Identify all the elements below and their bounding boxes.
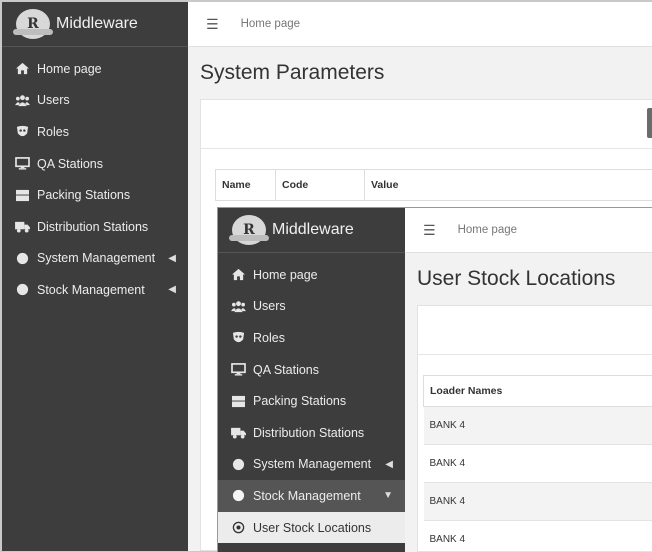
brand-name: Middleware bbox=[272, 221, 354, 239]
sidebar-item-distribution-stations[interactable]: Distribution Stations bbox=[2, 211, 188, 243]
box-icon bbox=[14, 188, 30, 202]
monitor-icon bbox=[14, 157, 30, 171]
sidebar-item-packing-stations[interactable]: Packing Stations bbox=[2, 179, 188, 211]
page-title: System Parameters bbox=[188, 47, 652, 95]
sidebar-item-label: Stock Management bbox=[253, 489, 361, 503]
sidebar-item-system-management[interactable]: System Management ◀ bbox=[2, 243, 188, 275]
sidebar-item-distribution-stations[interactable]: Distribution Stations bbox=[218, 417, 405, 449]
search-button[interactable] bbox=[647, 108, 652, 138]
sidebar-item-home[interactable]: Home page bbox=[2, 53, 188, 85]
table-row[interactable]: BANK 4 bbox=[424, 521, 652, 552]
circle-icon bbox=[14, 283, 30, 297]
truck-icon bbox=[230, 426, 246, 440]
sidebar-item-label: QA Stations bbox=[37, 157, 103, 171]
sidebar-item-label: Users bbox=[37, 93, 70, 107]
sidebar-item-qa-stations[interactable]: QA Stations bbox=[2, 148, 188, 180]
sidebar-item-label: Roles bbox=[37, 125, 69, 139]
sidebar-item-stock-management[interactable]: Stock Management ▼ bbox=[218, 480, 405, 512]
sidebar-item-roles[interactable]: Roles bbox=[2, 116, 188, 148]
sidebar-item-packing-stations[interactable]: Packing Stations bbox=[218, 385, 405, 417]
sidebar-item-stock-management[interactable]: Stock Management ◀ bbox=[2, 274, 188, 306]
sidebar-item-label: Users bbox=[253, 299, 286, 313]
circle-icon bbox=[14, 251, 30, 265]
sidebar-item-label: Packing Stations bbox=[253, 394, 346, 408]
chevron-down-icon: ▼ bbox=[383, 490, 393, 501]
table-header-row: Loader Names bbox=[424, 376, 652, 407]
sidebar-item-system-management[interactable]: System Management ◀ bbox=[218, 449, 405, 481]
card-toolbar bbox=[418, 306, 652, 355]
circle-icon bbox=[230, 457, 246, 471]
sidebar-item-label: Packing Stations bbox=[37, 188, 130, 202]
hamburger-menu-icon[interactable]: ☰ bbox=[423, 222, 436, 239]
sidebar-item-roles[interactable]: Roles bbox=[218, 322, 405, 354]
sidebar-item-users[interactable]: Users bbox=[218, 291, 405, 323]
user-stock-locations-window: R Middleware Home page Users Roles QA St… bbox=[217, 207, 652, 552]
sidebar-item-label: Distribution Stations bbox=[253, 426, 364, 440]
chevron-left-icon: ◀ bbox=[168, 253, 176, 264]
sidebar-item-users[interactable]: Users bbox=[2, 85, 188, 117]
logo: R bbox=[16, 9, 50, 39]
sidebar-subitem-user-stock-locations[interactable]: User Stock Locations bbox=[218, 512, 405, 544]
sidebar-item-label: User Stock Locations bbox=[253, 521, 371, 535]
topbar: ☰ Home page bbox=[405, 208, 652, 253]
box-icon bbox=[230, 394, 246, 408]
sidebar-item-label: Distribution Stations bbox=[37, 220, 148, 234]
home-icon bbox=[14, 62, 30, 76]
brand[interactable]: R Middleware bbox=[2, 2, 188, 47]
monitor-icon bbox=[230, 363, 246, 377]
topbar: ☰ Home page bbox=[188, 2, 652, 47]
table-cell: BANK 4 bbox=[424, 483, 652, 521]
table-row[interactable]: BANK 4 bbox=[424, 445, 652, 483]
table-cell: BANK 4 bbox=[424, 445, 652, 483]
sidebar-item-label: System Management bbox=[37, 251, 155, 265]
main-content: User Stock Locations Loader Names BANK 4… bbox=[405, 253, 652, 552]
sidebar-item-qa-stations[interactable]: QA Stations bbox=[218, 354, 405, 386]
sidebar-item-label: System Management bbox=[253, 457, 371, 471]
page-title: User Stock Locations bbox=[405, 253, 652, 301]
mask-icon bbox=[14, 125, 30, 139]
truck-icon bbox=[14, 220, 30, 234]
table-row[interactable]: BANK 4 bbox=[424, 407, 652, 445]
hamburger-menu-icon[interactable]: ☰ bbox=[206, 16, 219, 33]
users-icon bbox=[14, 93, 30, 107]
breadcrumb[interactable]: Home page bbox=[458, 224, 517, 236]
sidebar-nav: Home page Users Roles QA Stations Packin… bbox=[2, 47, 188, 306]
table-cell: BANK 4 bbox=[424, 521, 652, 552]
target-icon bbox=[230, 521, 246, 535]
mask-icon bbox=[230, 331, 246, 345]
card-toolbar bbox=[201, 100, 652, 149]
chevron-left-icon: ◀ bbox=[168, 284, 176, 295]
brand-name: Middleware bbox=[56, 15, 138, 33]
sidebar: R Middleware Home page Users Roles QA St… bbox=[2, 2, 188, 551]
stock-locations-table: Loader Names BANK 4 BANK 4 BANK 4 BANK 4 bbox=[423, 375, 652, 552]
column-header[interactable]: Code bbox=[276, 170, 365, 201]
table-cell: BANK 4 bbox=[424, 407, 652, 445]
column-header-loader-names[interactable]: Loader Names bbox=[424, 376, 652, 407]
circle-icon bbox=[230, 489, 246, 503]
parameters-table: Name Code Value bbox=[215, 169, 652, 201]
sidebar-item-label: Stock Management bbox=[37, 283, 145, 297]
sidebar-item-label: Home page bbox=[253, 268, 318, 282]
sidebar-item-label: Home page bbox=[37, 62, 102, 76]
table-header-row: Name Code Value bbox=[216, 170, 652, 201]
breadcrumb[interactable]: Home page bbox=[241, 18, 300, 30]
sidebar-item-label: QA Stations bbox=[253, 363, 319, 377]
users-icon bbox=[230, 299, 246, 313]
column-header[interactable]: Name bbox=[216, 170, 276, 201]
sidebar-item-home[interactable]: Home page bbox=[218, 259, 405, 291]
brand[interactable]: R Middleware bbox=[218, 208, 405, 253]
table-row[interactable]: BANK 4 bbox=[424, 483, 652, 521]
chevron-left-icon: ◀ bbox=[385, 459, 393, 470]
logo: R bbox=[232, 215, 266, 245]
sidebar: R Middleware Home page Users Roles QA St… bbox=[218, 208, 405, 552]
stock-locations-card: Loader Names BANK 4 BANK 4 BANK 4 BANK 4 bbox=[417, 305, 652, 552]
home-icon bbox=[230, 268, 246, 282]
sidebar-item-label: Roles bbox=[253, 331, 285, 345]
column-header[interactable]: Value bbox=[365, 170, 652, 201]
sidebar-nav: Home page Users Roles QA Stations Packin… bbox=[218, 253, 405, 543]
